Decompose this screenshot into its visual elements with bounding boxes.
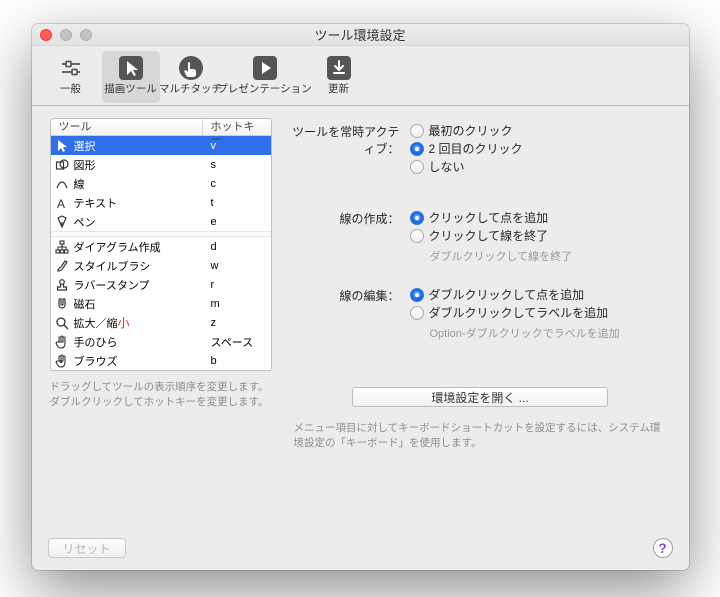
cursor-icon (117, 54, 145, 82)
tool-name: 選択 (73, 138, 203, 154)
footer: リセット ? (32, 530, 689, 570)
prefs-window: ツール環境設定 一般 描画ツール (32, 24, 689, 570)
tool-name: 図形 (73, 157, 203, 173)
radio-second-click[interactable]: 2 回目のクリック (410, 140, 523, 157)
reorder-hint: ドラッグしてツールの表示順序を変更します。ダブルクリックしてホットキーを変更しま… (50, 380, 272, 410)
tool-hotkey: m (203, 298, 271, 310)
table-row[interactable]: 手のひらスペース (51, 332, 271, 351)
col-tool-header[interactable]: ツール (51, 119, 203, 135)
radio-click-add-point[interactable]: クリックして点を追加 (410, 209, 573, 226)
table-row[interactable]: 線c (51, 174, 271, 193)
open-prefs-button[interactable]: 環境設定を開く ... (352, 387, 608, 407)
window-controls (40, 29, 92, 41)
tab-drawing-tools[interactable]: 描画ツール (102, 51, 160, 103)
tool-hotkey: t (203, 197, 271, 209)
tool-list[interactable]: ツール ホットキー 選択v図形s線cAテキストtペンeダイアグラム作成dスタイル… (50, 118, 272, 371)
line-edit-hint: Option-ダブルクリックでラベルを追加 (430, 325, 620, 341)
zoom-button[interactable] (80, 29, 92, 41)
line-edit-label: 線の編集： (290, 286, 410, 304)
line-create-label: 線の作成： (290, 209, 410, 227)
table-row[interactable]: ペンe (51, 212, 271, 231)
radio-click-end-line[interactable]: クリックして線を終了 (410, 227, 573, 244)
tool-name: テキスト (73, 195, 203, 211)
toolbar: 一般 描画ツール マルチタッチ プレゼンテーション (32, 46, 689, 106)
tool-name: ラバースタンプ (73, 277, 203, 293)
tool-name: ブラウズ (73, 353, 203, 369)
tool-name: ダイアグラム作成 (73, 239, 203, 255)
tool-icon (51, 139, 73, 153)
table-row[interactable]: スタイルブラシw (51, 256, 271, 275)
tab-general[interactable]: 一般 (42, 51, 100, 103)
tool-icon (51, 297, 73, 311)
radio-dbl-add-label[interactable]: ダブルクリックしてラベルを追加 (410, 304, 620, 321)
download-icon (325, 54, 353, 82)
table-row[interactable]: ラバースタンプr (51, 275, 271, 294)
tool-hotkey: v (203, 140, 271, 152)
tool-hotkey: b (203, 355, 271, 367)
reset-button[interactable]: リセット (48, 538, 126, 558)
tool-hotkey: w (203, 260, 271, 272)
titlebar: ツール環境設定 (32, 24, 689, 46)
radio-first-click[interactable]: 最初のクリック (410, 122, 523, 139)
line-create-hint: ダブルクリックして線を終了 (430, 248, 573, 264)
close-button[interactable] (40, 29, 52, 41)
tab-multitouch[interactable]: マルチタッチ (162, 51, 220, 103)
table-row[interactable]: ダイアグラム作成d (51, 237, 271, 256)
tool-icon (51, 259, 73, 273)
tab-update[interactable]: 更新 (310, 51, 368, 103)
tool-hotkey: r (203, 279, 271, 291)
table-row[interactable]: ブラウズb (51, 351, 271, 370)
tool-hotkey: z (203, 317, 271, 329)
play-icon (251, 54, 279, 82)
table-row[interactable]: 磁石m (51, 294, 271, 313)
radio-never[interactable]: しない (410, 158, 523, 175)
tool-icon (51, 354, 73, 368)
tool-icon (51, 335, 73, 349)
tool-icon (51, 158, 73, 172)
window-title: ツール環境設定 (32, 25, 689, 44)
minimize-button[interactable] (60, 29, 72, 41)
tool-hotkey: スペース (203, 334, 271, 350)
line-create-group: 線の作成： クリックして点を追加 クリックして線を終了 ダブルクリックして線を終… (290, 209, 671, 268)
tool-icon (51, 177, 73, 191)
tool-hotkey: c (203, 178, 271, 190)
tool-name: 線 (73, 176, 203, 192)
always-active-label: ツールを常時アクティブ： (290, 122, 410, 157)
tool-name: 手のひら (73, 334, 203, 350)
tool-hotkey: s (203, 159, 271, 171)
tool-icon (51, 278, 73, 292)
table-row[interactable]: A テキストt (51, 193, 271, 212)
sliders-icon (57, 54, 85, 82)
svg-text:A: A (57, 197, 65, 210)
options-panel: ツールを常時アクティブ： 最初のクリック 2 回目のクリック しない 線の作成：… (290, 118, 671, 520)
tool-icon: A (51, 196, 73, 210)
touch-icon (177, 54, 205, 82)
col-hotkey-header[interactable]: ホットキー (203, 119, 271, 135)
tab-presentation[interactable]: プレゼンテーション (222, 51, 308, 103)
tool-name: 磁石 (73, 296, 203, 312)
tool-icon (51, 240, 73, 254)
shortcut-hint: メニュー項目に対してキーボードショートカットを設定するには、システム環境設定の「… (290, 421, 671, 451)
line-edit-group: 線の編集： ダブルクリックして点を追加 ダブルクリックしてラベルを追加 Opti… (290, 286, 671, 345)
table-row[interactable]: 拡大／縮小z (51, 313, 271, 332)
radio-dbl-add-point[interactable]: ダブルクリックして点を追加 (410, 286, 620, 303)
tool-hotkey: e (203, 216, 271, 228)
tool-list-panel: ツール ホットキー 選択v図形s線cAテキストtペンeダイアグラム作成dスタイル… (50, 118, 272, 520)
tool-icon (51, 215, 73, 229)
tool-name: 拡大／縮小 (73, 314, 203, 331)
table-row[interactable]: 図形s (51, 155, 271, 174)
always-active-group: ツールを常時アクティブ： 最初のクリック 2 回目のクリック しない (290, 122, 671, 175)
tool-icon (51, 316, 73, 330)
tool-name: スタイルブラシ (73, 258, 203, 274)
tool-hotkey: d (203, 241, 271, 253)
table-header: ツール ホットキー (51, 119, 271, 136)
help-button[interactable]: ? (653, 538, 673, 558)
tool-name: ペン (73, 214, 203, 230)
table-row[interactable]: 選択v (51, 136, 271, 155)
